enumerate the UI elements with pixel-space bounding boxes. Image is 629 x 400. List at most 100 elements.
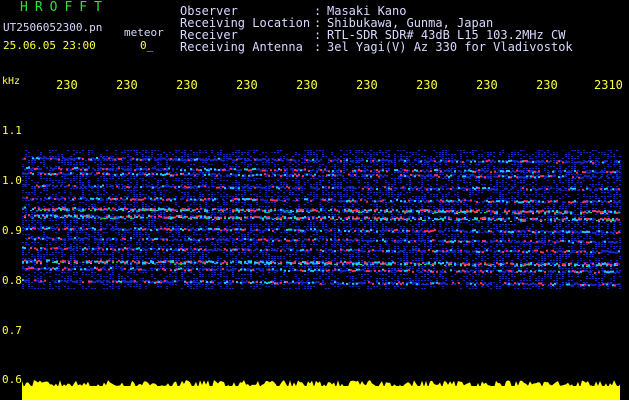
noise-pixel	[151, 220, 153, 221]
noise-pixel	[82, 150, 84, 151]
noise-pixel	[544, 178, 546, 179]
noise-pixel	[184, 234, 186, 235]
noise-pixel	[22, 242, 24, 243]
noise-pixel	[76, 220, 78, 221]
noise-pixel	[541, 150, 543, 151]
noise-pixel	[91, 236, 93, 237]
noise-pixel	[139, 170, 141, 171]
noise-pixel	[595, 244, 597, 245]
noise-pixel	[331, 222, 333, 223]
noise-pixel	[226, 170, 228, 171]
noise-pixel	[385, 238, 387, 239]
noise-pixel	[112, 220, 114, 221]
noise-pixel	[433, 224, 435, 225]
noise-pixel	[286, 208, 288, 209]
noise-pixel	[223, 176, 225, 177]
noise-pixel	[328, 214, 330, 215]
noise-pixel	[367, 182, 369, 183]
noise-pixel	[274, 220, 276, 221]
noise-pixel	[94, 254, 96, 255]
noise-pixel	[136, 182, 138, 183]
noise-pixel	[184, 154, 186, 155]
noise-pixel	[493, 234, 495, 235]
noise-pixel	[394, 248, 396, 249]
noise-pixel	[130, 150, 132, 151]
noise-pixel	[340, 194, 342, 195]
noise-pixel	[268, 246, 270, 247]
noise-pixel	[460, 156, 462, 157]
noise-pixel	[154, 212, 156, 213]
noise-pixel	[544, 196, 546, 197]
noise-pixel	[562, 158, 564, 159]
noise-pixel	[265, 246, 267, 247]
noise-pixel	[139, 258, 141, 259]
noise-pixel	[334, 234, 336, 235]
noise-pixel	[127, 204, 129, 205]
noise-pixel	[349, 236, 351, 237]
noise-pixel	[310, 194, 312, 195]
noise-pixel	[484, 242, 486, 243]
noise-pixel	[268, 224, 270, 225]
noise-pixel	[166, 164, 168, 165]
noise-pixel	[571, 156, 573, 157]
noise-pixel	[553, 226, 555, 227]
noise-pixel	[262, 254, 264, 255]
noise-pixel	[355, 172, 357, 173]
noise-pixel	[193, 252, 195, 253]
noise-pixel	[406, 166, 408, 167]
noise-pixel	[22, 186, 24, 187]
noise-pixel	[217, 202, 219, 203]
noise-pixel	[280, 150, 282, 151]
noise-pixel	[208, 230, 210, 231]
noise-pixel	[202, 176, 204, 177]
noise-pixel	[205, 158, 207, 159]
noise-pixel	[82, 254, 84, 255]
noise-pixel	[352, 154, 354, 155]
noise-pixel	[163, 246, 165, 247]
noise-pixel	[244, 236, 246, 237]
noise-pixel	[424, 150, 426, 151]
noise-pixel	[124, 204, 126, 205]
noise-pixel	[148, 152, 150, 153]
noise-pixel	[379, 150, 381, 151]
noise-pixel	[421, 190, 423, 191]
noise-pixel	[67, 236, 69, 237]
noise-pixel	[55, 218, 57, 219]
noise-pixel	[154, 226, 156, 227]
noise-pixel	[565, 174, 567, 175]
noise-pixel	[370, 150, 372, 151]
noise-pixel	[325, 156, 327, 157]
noise-pixel	[220, 194, 222, 195]
noise-pixel	[448, 168, 450, 169]
noise-pixel	[517, 174, 519, 175]
noise-pixel	[442, 206, 444, 207]
noise-pixel	[223, 220, 225, 221]
noise-pixel	[619, 248, 621, 249]
noise-pixel	[112, 254, 114, 255]
noise-pixel	[115, 182, 117, 183]
noise-pixel	[364, 172, 366, 173]
noise-pixel	[427, 246, 429, 247]
noise-pixel	[79, 232, 81, 233]
noise-pixel	[472, 232, 474, 233]
noise-pixel	[607, 228, 609, 229]
noise-pixel	[61, 162, 63, 163]
noise-pixel	[43, 254, 45, 255]
noise-pixel	[568, 196, 570, 197]
noise-pixel	[457, 224, 459, 225]
noise-pixel	[616, 180, 618, 181]
noise-pixel	[199, 206, 201, 207]
noise-pixel	[607, 164, 609, 165]
noise-pixel	[394, 180, 396, 181]
noise-pixel	[160, 170, 162, 171]
noise-pixel	[301, 158, 303, 159]
noise-pixel	[382, 168, 384, 169]
noise-pixel	[133, 230, 135, 231]
noise-pixel	[190, 252, 192, 253]
noise-pixel	[223, 180, 225, 181]
noise-pixel	[511, 198, 513, 199]
noise-pixel	[58, 188, 60, 189]
noise-pixel	[253, 180, 255, 181]
noise-pixel	[244, 244, 246, 245]
noise-pixel	[607, 190, 609, 191]
